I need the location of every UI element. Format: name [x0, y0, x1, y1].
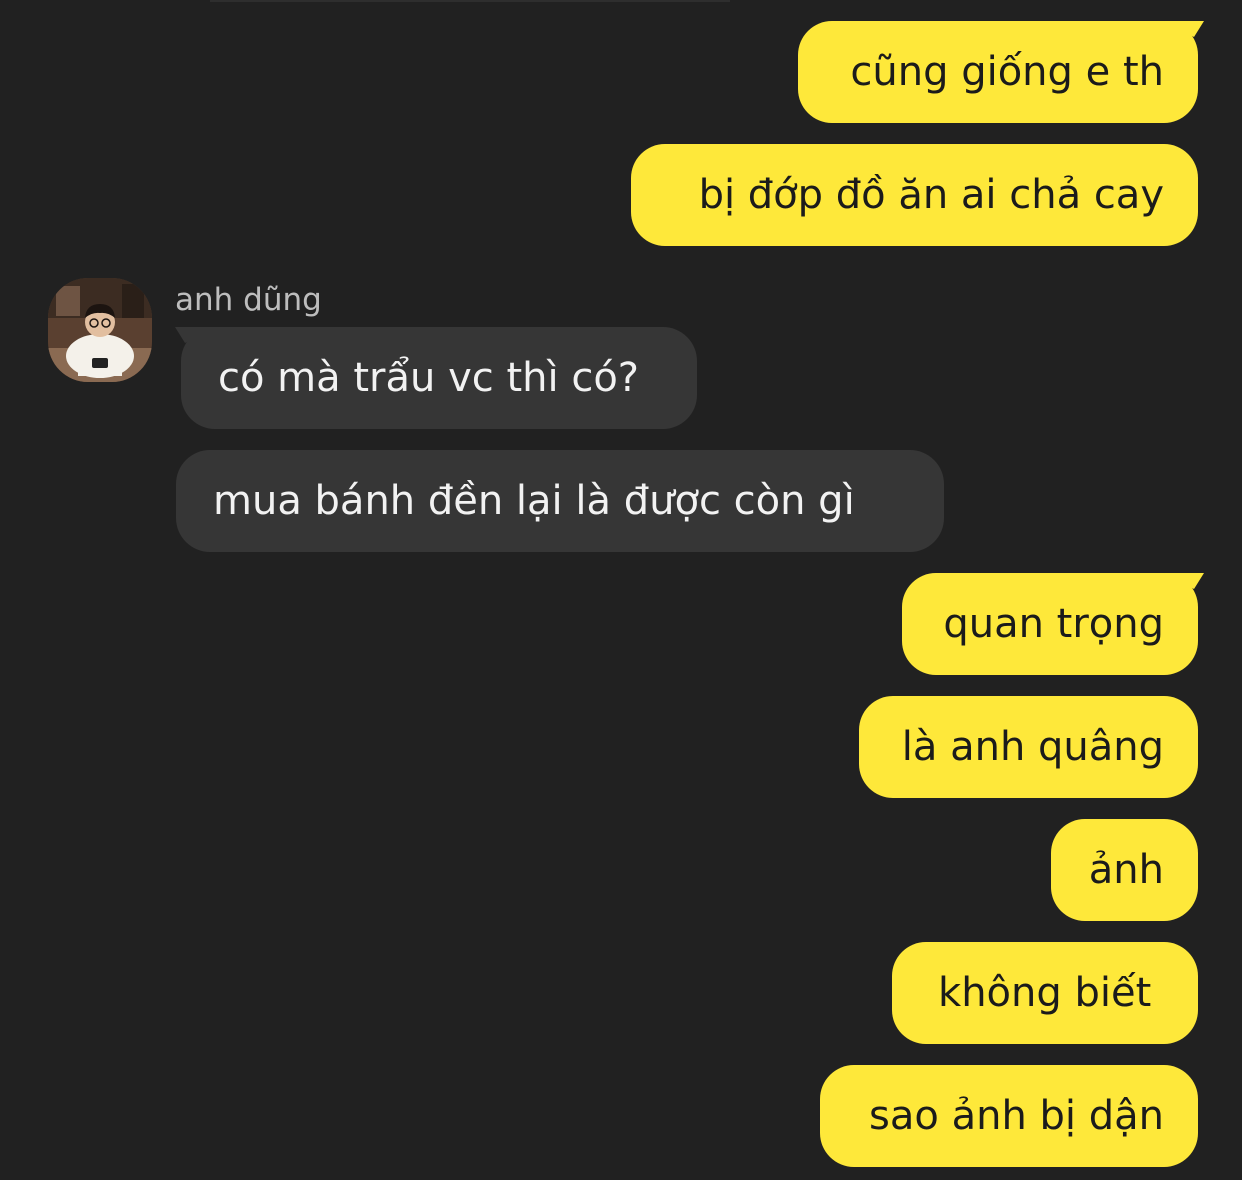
- bubble-tail: [1164, 21, 1204, 37]
- message-text: mua bánh đền lại là được còn gì: [213, 478, 855, 524]
- message-text: có mà trẩu vc thì có?: [218, 355, 640, 401]
- message-text: quan trọng: [943, 601, 1164, 647]
- outgoing-message-bubble[interactable]: sao ảnh bị dận: [820, 1065, 1198, 1167]
- outgoing-message-bubble[interactable]: không biết: [892, 942, 1198, 1044]
- incoming-message-bubble[interactable]: có mà trẩu vc thì có?: [175, 327, 697, 429]
- outgoing-message-bubble[interactable]: quan trọng: [902, 573, 1204, 675]
- avatar-photo-icon: [48, 278, 152, 382]
- outgoing-message-bubble[interactable]: bị đớp đồ ăn ai chả cay: [631, 144, 1198, 246]
- outgoing-message-bubble[interactable]: ảnh: [1051, 819, 1198, 921]
- sender-avatar[interactable]: [48, 278, 152, 382]
- bubble-tail: [1164, 573, 1204, 589]
- message-text: không biết: [938, 970, 1164, 1016]
- outgoing-message-bubble[interactable]: cũng giống e th: [798, 21, 1204, 123]
- sender-name: anh dũng: [175, 282, 322, 318]
- outgoing-message-bubble[interactable]: là anh quâng: [859, 696, 1198, 798]
- divider: [210, 0, 730, 2]
- bubble-tail: [175, 327, 215, 343]
- message-text: sao ảnh bị dận: [869, 1093, 1164, 1139]
- message-text: ảnh: [1088, 847, 1164, 893]
- message-text: cũng giống e th: [850, 49, 1164, 95]
- message-text: bị đớp đồ ăn ai chả cay: [698, 172, 1164, 218]
- message-text: là anh quâng: [901, 724, 1164, 770]
- incoming-message-bubble[interactable]: mua bánh đền lại là được còn gì: [176, 450, 944, 552]
